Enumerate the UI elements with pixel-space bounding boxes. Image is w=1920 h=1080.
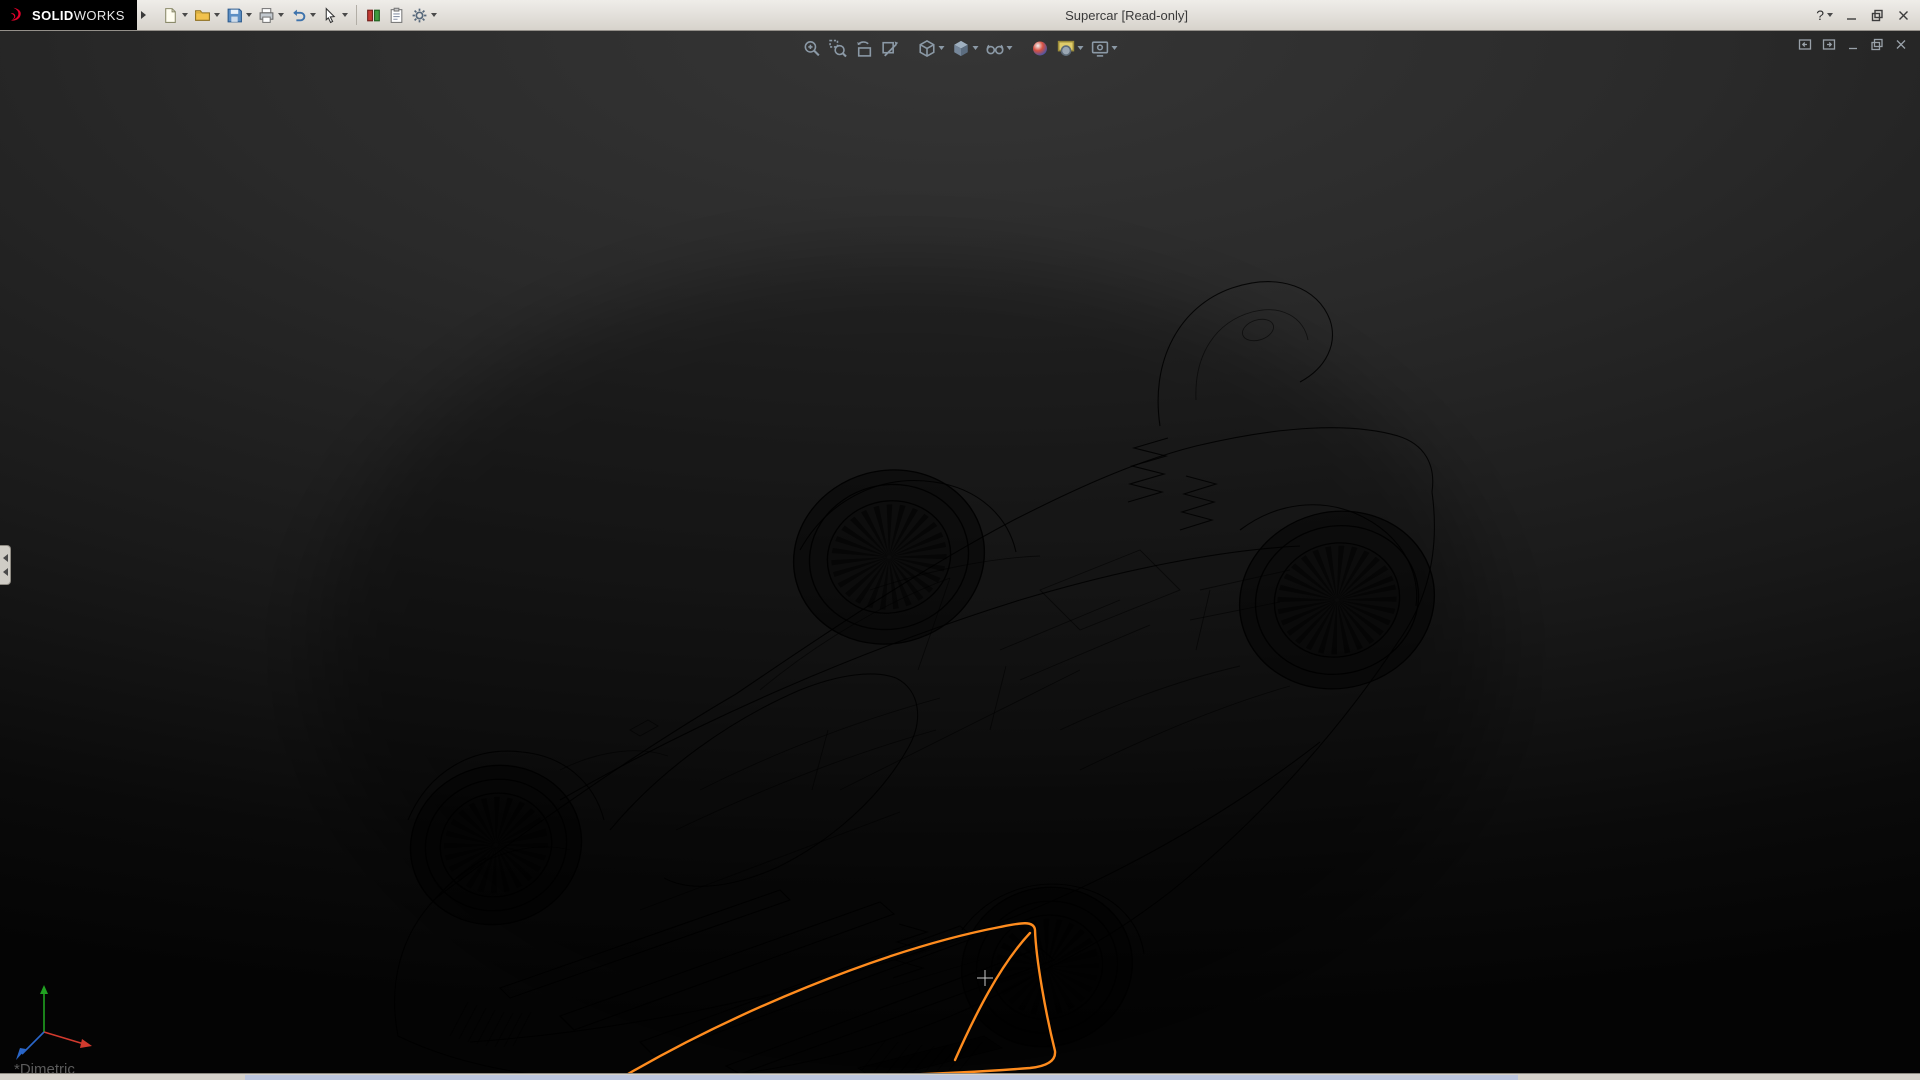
status-bar-segment (245, 1075, 1518, 1080)
brand-wordmark: SOLIDWORKS (32, 8, 125, 23)
heads-up-view-toolbar (801, 36, 1120, 60)
print-icon (258, 7, 275, 24)
dropdown-caret[interactable] (310, 13, 316, 17)
new-document-icon (162, 7, 179, 24)
dropdown-caret[interactable] (214, 13, 220, 17)
document-window-controls (1795, 36, 1910, 53)
restore-icon (1871, 9, 1884, 22)
undo-button[interactable] (287, 2, 319, 28)
titlebar-controls: ? (1813, 5, 1920, 25)
featuremanager-collapse-tab[interactable] (0, 545, 11, 585)
view-orientation-button[interactable] (950, 36, 981, 60)
help-label: ? (1816, 7, 1824, 23)
view-orientation-cube-icon (952, 39, 971, 58)
new-document-button[interactable] (159, 2, 191, 28)
hide-show-glasses-icon (986, 39, 1005, 58)
edit-appearance-button[interactable] (1029, 36, 1052, 60)
save-button[interactable] (223, 2, 255, 28)
hide-show-items-button[interactable] (984, 36, 1015, 60)
document-minimize-button[interactable] (1843, 36, 1862, 53)
options-button[interactable] (408, 2, 440, 28)
dropdown-caret[interactable] (973, 46, 979, 50)
previous-view-button[interactable] (853, 36, 876, 60)
window-titlebar: SOLIDWORKS (0, 0, 1920, 31)
select-button[interactable] (319, 2, 351, 28)
minimize-icon (1846, 38, 1860, 51)
open-document-button[interactable] (191, 2, 223, 28)
main-toolbar (159, 2, 440, 28)
section-view-icon (881, 39, 900, 58)
open-folder-icon (194, 7, 211, 24)
dropdown-caret[interactable] (182, 13, 188, 17)
collapse-arrow-icon (3, 568, 8, 576)
model-scene[interactable] (0, 30, 1920, 1074)
dassault-3ds-logo-icon (8, 6, 26, 24)
display-style-icon (918, 39, 937, 58)
minimize-button[interactable] (1840, 5, 1862, 25)
graphics-area[interactable]: *Dimetric (0, 30, 1920, 1074)
xpress-products-icon (365, 7, 382, 24)
dropdown-caret[interactable] (939, 46, 945, 50)
view-settings-icon (1091, 39, 1110, 58)
window-tile-right-icon (1822, 38, 1836, 51)
zoom-to-area-button[interactable] (827, 36, 850, 60)
restore-icon (1870, 38, 1884, 51)
minimize-icon (1845, 9, 1858, 22)
document-restore-button[interactable] (1867, 36, 1886, 53)
edit-appearance-sphere-icon (1031, 39, 1050, 58)
dropdown-caret[interactable] (431, 13, 437, 17)
zoom-to-area-icon (829, 39, 848, 58)
select-cursor-icon (322, 7, 339, 24)
zoom-to-fit-button[interactable] (801, 36, 824, 60)
window-tile-right-button[interactable] (1819, 36, 1838, 53)
solidworks-logo: SOLIDWORKS (0, 0, 137, 30)
close-button[interactable] (1892, 5, 1914, 25)
reference-triad (16, 985, 92, 1060)
window-tile-left-button[interactable] (1795, 36, 1814, 53)
status-bar (0, 1073, 1920, 1080)
zoom-to-fit-icon (803, 39, 822, 58)
dropdown-caret[interactable] (342, 13, 348, 17)
restore-button[interactable] (1866, 5, 1888, 25)
options-gear-icon (411, 7, 428, 24)
print-button[interactable] (255, 2, 287, 28)
close-icon (1897, 9, 1910, 22)
display-style-button[interactable] (916, 36, 947, 60)
previous-view-icon (855, 39, 874, 58)
dropdown-caret[interactable] (1112, 46, 1118, 50)
dropdown-caret[interactable] (278, 13, 284, 17)
undo-icon (290, 7, 307, 24)
window-tile-left-icon (1798, 38, 1812, 51)
document-close-button[interactable] (1891, 36, 1910, 53)
save-floppy-icon (226, 7, 243, 24)
close-icon (1894, 38, 1908, 51)
toolbar-expand-arrow[interactable] (137, 4, 151, 26)
dropdown-caret[interactable] (1007, 46, 1013, 50)
document-title: Supercar [Read-only] (440, 8, 1813, 23)
toolbar-separator (356, 5, 357, 25)
help-button[interactable]: ? (1813, 7, 1836, 23)
file-properties-button[interactable] (385, 2, 408, 28)
dropdown-caret[interactable] (246, 13, 252, 17)
xpress-products-button[interactable] (362, 2, 385, 28)
apply-scene-button[interactable] (1055, 36, 1086, 60)
dropdown-caret[interactable] (1078, 46, 1084, 50)
section-view-button[interactable] (879, 36, 902, 60)
apply-scene-icon (1057, 39, 1076, 58)
view-settings-button[interactable] (1089, 36, 1120, 60)
dropdown-caret[interactable] (1827, 13, 1833, 17)
file-properties-icon (388, 7, 405, 24)
collapse-arrow-icon (3, 554, 8, 562)
